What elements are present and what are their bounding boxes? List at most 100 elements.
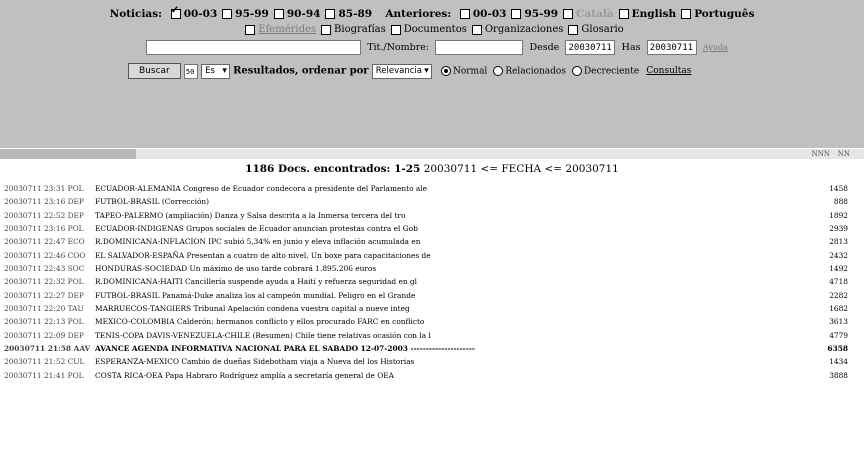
consultas-link[interactable]: Consultas <box>646 66 691 76</box>
doc-type-option[interactable]: Glosario <box>563 24 624 35</box>
anteriores-option-option[interactable]: Português <box>676 8 754 20</box>
noticias-year-checkbox[interactable] <box>273 9 284 19</box>
page-size-box[interactable]: 50 <box>183 63 198 79</box>
result-title-link[interactable]: AVANCE AGENDA INFORMATIVA NACIONAL PARA … <box>95 342 475 355</box>
anteriores-option-checkbox[interactable] <box>681 9 692 19</box>
noticias-year-label: 85-89 <box>338 8 373 20</box>
result-timestamp: 20030711 22:32 POL <box>4 277 84 287</box>
result-size: 3613 <box>829 317 848 327</box>
result-timestamp: 20030711 22:13 POL <box>4 317 84 327</box>
anteriores-option-checkbox[interactable] <box>511 9 522 19</box>
anteriores-option-label: 00-03 <box>472 8 507 20</box>
result-timestamp: 20030711 22:46 COO <box>4 250 86 260</box>
doc-type-option[interactable]: Organizaciones <box>467 24 564 35</box>
result-title-link[interactable]: MARRUECOS-TANGIERS Tribunal Apelación co… <box>95 302 410 315</box>
anteriores-option-option[interactable]: 95-99 <box>506 8 558 20</box>
result-title-link[interactable]: R.DOMINICANA-HAITI Cancillería suspende … <box>95 275 417 288</box>
search-fields-row: Tit./Nombre: Desde 20030711 Has 20030711… <box>146 40 766 55</box>
next-page-link[interactable]: NN <box>838 149 850 159</box>
result-row: 20030711 22:47 ECO R.DOMINICANA-INFLACION… <box>0 235 864 248</box>
order-radio[interactable] <box>571 66 582 76</box>
order-radio[interactable] <box>440 66 451 76</box>
result-title-link[interactable]: ECUADOR-ALEMANIA Congreso de Ecuador con… <box>95 182 427 195</box>
doc-type-label: Organizaciones <box>484 24 564 35</box>
noticias-year-checkbox[interactable] <box>325 9 336 19</box>
result-row: 20030711 22:09 DEP TENIS-COPA DAVIS-VENEZ… <box>0 329 864 342</box>
noticias-year-option[interactable]: 95-99 <box>217 8 269 20</box>
result-timestamp: 20030711 22:52 DEP <box>4 210 84 220</box>
result-size: 4779 <box>829 330 848 340</box>
result-timestamp: 20030711 23:16 DEP <box>4 197 84 207</box>
document-type-row: Efemérides Biografías Documentos Organizaci… <box>0 24 864 35</box>
pager-bar: NNN NN <box>0 149 864 159</box>
result-title-link[interactable]: EL SALVADOR-ESPAÑA Presentan a cuatro de… <box>95 249 431 262</box>
search-panel: Noticias: 00-03 95-99 90-94 85-89 Anteriore… <box>0 0 864 148</box>
result-title-link[interactable]: TENIS-COPA DAVIS-VENEZUELA-CHILE (Resume… <box>95 329 431 342</box>
result-row: 20030711 21:52 CUL ESPERANZA-MEXICO Cambi… <box>0 355 864 368</box>
result-title-link[interactable]: TAPEO-PALERMO (ampliación) Danza y Salsa… <box>95 209 405 222</box>
doc-type-option[interactable]: Biografías <box>316 24 386 35</box>
noticias-year-option[interactable]: 00-03 <box>166 5 217 20</box>
anteriores-option-option[interactable]: English <box>614 8 676 20</box>
result-row: 20030711 22:43 SOC HONDURAS-SOCIEDAD Un m… <box>0 262 864 275</box>
action-row: Buscar 50 Es Resultados, ordenar por Rel… <box>128 63 768 79</box>
help-link[interactable]: Ayuda <box>703 43 728 52</box>
result-title-link[interactable]: MEXICO-COLOMBIA Calderón: hermanos confl… <box>95 315 424 328</box>
anteriores-option-checkbox[interactable] <box>459 9 470 19</box>
anteriores-option-checkbox[interactable] <box>563 9 574 19</box>
result-title-link[interactable]: FUTBOL-BRASIL (Corrección) <box>95 195 209 208</box>
result-title-link[interactable]: HONDURAS-SOCIEDAD Un máximo de uso tarde… <box>95 262 376 275</box>
result-timestamp: 20030711 22:09 DEP <box>4 330 84 340</box>
query-input[interactable] <box>146 40 361 55</box>
doc-type-checkbox[interactable] <box>568 24 579 35</box>
result-title-link[interactable]: FUTBOL-BRASIL Panamá-Duke analiza los al… <box>95 289 415 302</box>
result-size: 1434 <box>829 357 848 367</box>
result-size: 2939 <box>829 224 848 234</box>
from-date-input[interactable]: 20030711 <box>565 40 616 55</box>
noticias-year-option[interactable]: 90-94 <box>269 8 320 20</box>
sort-select[interactable]: Relevancia <box>371 63 432 79</box>
doc-type-checkbox[interactable] <box>471 24 482 35</box>
doc-type-label: Biografías <box>334 24 386 35</box>
result-size: 2813 <box>829 237 848 247</box>
pager-block <box>0 149 136 159</box>
result-size: 6358 <box>827 344 848 354</box>
collection-filter-row: Noticias: 00-03 95-99 90-94 85-89 Anteriore… <box>0 5 864 20</box>
doc-type-checkbox[interactable] <box>390 24 401 35</box>
result-size: 3888 <box>829 370 848 380</box>
to-date-input[interactable]: 20030711 <box>646 40 697 55</box>
order-radio[interactable] <box>493 66 504 76</box>
noticias-year-checkbox[interactable] <box>170 5 181 19</box>
results-date-range: 20030711 <= FECHA <= 20030711 <box>423 163 619 175</box>
title-input[interactable] <box>435 40 524 55</box>
result-timestamp: 20030711 21:58 AAV <box>4 344 91 354</box>
result-title-link[interactable]: ECUADOR-INDIGENAS Grupos sociales de Ecu… <box>95 222 418 235</box>
doc-type-option[interactable]: Documentos <box>386 24 467 35</box>
result-timestamp: 20030711 22:20 TAU <box>4 304 84 314</box>
result-timestamp: 20030711 22:27 DEP <box>4 290 84 300</box>
search-button[interactable]: Buscar <box>128 63 181 79</box>
order-radio-label: Relacionados <box>505 66 566 76</box>
anteriores-option-option[interactable]: Català <box>558 8 614 20</box>
noticias-year-option[interactable]: 85-89 <box>320 8 372 20</box>
result-size: 1892 <box>829 210 848 220</box>
anteriores-option-checkbox[interactable] <box>618 9 629 19</box>
result-size: 1458 <box>829 184 848 193</box>
language-select[interactable]: Es <box>201 63 230 79</box>
doc-type-option[interactable]: Efemérides <box>240 24 316 35</box>
anteriores-label: Anteriores: <box>385 8 452 20</box>
doc-type-checkbox[interactable] <box>245 24 256 35</box>
result-row: 20030711 22:32 POL R.DOMINICANA-HAITI Can… <box>0 275 864 288</box>
anteriores-option-option[interactable]: 00-03 <box>455 8 507 20</box>
result-title-link[interactable]: R.DOMINICANA-INFLACION IPC subió 5,34% e… <box>95 235 420 248</box>
result-timestamp: 20030711 21:52 CUL <box>4 357 85 367</box>
order-radio-label: Normal <box>452 66 488 76</box>
result-row: 20030711 22:20 TAU MARRUECOS-TANGIERS Tri… <box>0 302 864 315</box>
result-row: 20030711 23:16 POL ECUADOR-INDIGENAS Grup… <box>0 222 864 235</box>
doc-type-checkbox[interactable] <box>321 24 332 35</box>
prev-page-link[interactable]: NNN <box>812 149 830 159</box>
result-title-link[interactable]: ESPERANZA-MEXICO Cambio de dueñas Sidebo… <box>95 355 414 368</box>
result-title-link[interactable]: COSTA RICA-OEA Papa Habraro Rodríguez am… <box>95 369 394 382</box>
noticias-year-checkbox[interactable] <box>222 9 233 19</box>
result-size: 1492 <box>829 264 848 274</box>
